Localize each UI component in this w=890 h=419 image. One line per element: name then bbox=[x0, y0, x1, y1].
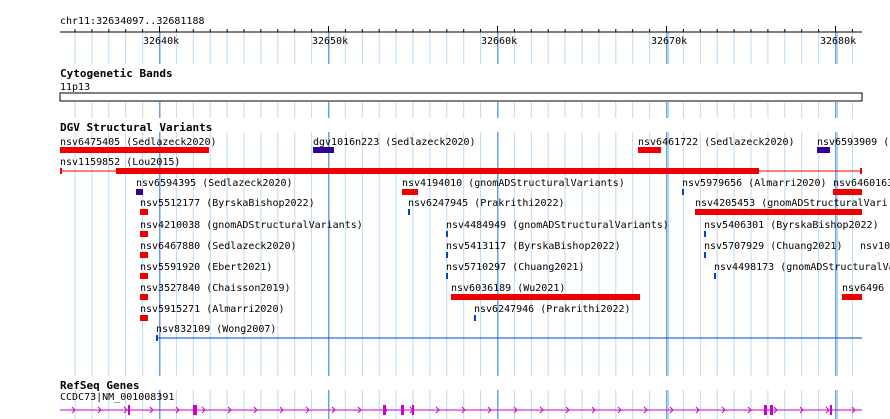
feature-label[interactable]: dgv1016n223 (Sedlazeck2020) bbox=[313, 137, 476, 148]
feature-label[interactable]: nsv6247945 (Prakrithi2022) bbox=[408, 198, 565, 209]
feature-bar[interactable] bbox=[704, 231, 706, 237]
feature-label[interactable]: nsv6036189 (Wu2021) bbox=[451, 283, 565, 294]
feature-label[interactable]: nsv1159852 (Lou2015) bbox=[60, 157, 180, 168]
gene-exon bbox=[830, 405, 832, 415]
tick-label-32650k: 32650k bbox=[312, 36, 348, 47]
feature-bar[interactable] bbox=[817, 147, 830, 153]
feature-label[interactable]: nsv6460163 bbox=[833, 178, 890, 189]
tick-label-32660k: 32660k bbox=[481, 36, 517, 47]
feature-bar[interactable] bbox=[474, 315, 476, 321]
cytoband-track[interactable]: Cytogenetic Bands 11p13 bbox=[0, 64, 890, 102]
feature-label[interactable]: nsv832109 (Wong2007) bbox=[156, 324, 276, 335]
feature-end bbox=[60, 168, 62, 174]
feature-bar[interactable] bbox=[140, 252, 148, 258]
feature-label[interactable]: nsv4210038 (gnomADStructuralVariants) bbox=[140, 220, 363, 231]
feature-bar[interactable] bbox=[833, 189, 862, 195]
tick-label-32680k: 32680k bbox=[820, 36, 856, 47]
genome-browser-view: chr11:32634097..32681188 32640k 32650k 3… bbox=[0, 16, 890, 419]
feature-label[interactable]: nsv10 bbox=[860, 241, 890, 252]
gene-exon bbox=[383, 405, 386, 415]
feature-bar[interactable] bbox=[140, 231, 148, 237]
feature-label[interactable]: nsv6594395 (Sedlazeck2020) bbox=[136, 178, 293, 189]
feature-label[interactable]: nsv6496 bbox=[842, 283, 884, 294]
feature-label[interactable]: nsv4498173 (gnomADStructuralVa bbox=[714, 262, 890, 273]
tick-label-32670k: 32670k bbox=[651, 36, 687, 47]
feature-label[interactable]: nsv6247946 (Prakrithi2022) bbox=[474, 304, 631, 315]
feature-bar[interactable] bbox=[408, 209, 410, 215]
feature-bar[interactable] bbox=[695, 209, 862, 215]
feature-bar[interactable] bbox=[714, 273, 716, 279]
refseq-track[interactable]: RefSeq Genes CCDC73|NM_001008391 bbox=[0, 376, 890, 415]
gene-label[interactable]: CCDC73|NM_001008391 bbox=[60, 392, 174, 403]
feature-label[interactable]: nsv6467880 (Sedlazeck2020) bbox=[140, 241, 297, 252]
feature-label[interactable]: nsv4194010 (gnomADStructuralVariants) bbox=[402, 178, 625, 189]
feature-bar[interactable] bbox=[446, 252, 448, 258]
feature-end bbox=[860, 168, 862, 174]
feature-bar[interactable] bbox=[116, 168, 759, 174]
feature-bar[interactable] bbox=[60, 147, 209, 153]
feature-label[interactable]: nsv4205453 (gnomADStructuralVari bbox=[695, 198, 888, 209]
feature-bar[interactable] bbox=[638, 147, 661, 153]
cytoband-track-title: Cytogenetic Bands bbox=[60, 67, 173, 80]
feature-label[interactable]: nsv6461722 (Sedlazeck2020) bbox=[638, 137, 795, 148]
feature-label[interactable]: nsv5979656 (Almarri2020) bbox=[682, 178, 827, 189]
dgv-track-title: DGV Structural Variants bbox=[60, 121, 212, 134]
feature-bar[interactable] bbox=[140, 315, 148, 321]
feature-label[interactable]: nsv5915271 (Almarri2020) bbox=[140, 304, 285, 315]
gene-exon bbox=[193, 405, 197, 415]
gene-exon bbox=[770, 405, 773, 415]
feature-bar[interactable] bbox=[140, 209, 148, 215]
feature-label[interactable]: nsv5591920 (Ebert2021) bbox=[140, 262, 272, 273]
cytoband-label: 11p13 bbox=[60, 82, 90, 93]
ruler-track: chr11:32634097..32681188 32640k 32650k 3… bbox=[60, 16, 862, 47]
location-label: chr11:32634097..32681188 bbox=[60, 16, 205, 27]
feature-bar[interactable] bbox=[842, 294, 862, 300]
gene-model-ccdc73[interactable] bbox=[60, 405, 862, 415]
feature-label[interactable]: nsv4484949 (gnomADStructuralVariants) bbox=[446, 220, 669, 231]
feature-label[interactable]: nsv5707929 (Chuang2021) bbox=[704, 241, 842, 252]
feature-label[interactable]: nsv5406301 (ByrskaBishop2022) bbox=[704, 220, 879, 231]
refseq-track-title: RefSeq Genes bbox=[60, 379, 139, 392]
feature-bar[interactable] bbox=[140, 294, 148, 300]
feature-bar[interactable] bbox=[446, 231, 448, 237]
gene-exon bbox=[764, 405, 767, 415]
cytoband-11p13[interactable] bbox=[59, 92, 863, 102]
feature-bar[interactable] bbox=[402, 189, 418, 195]
gene-exon bbox=[401, 405, 404, 415]
feature-label[interactable]: nsv6475405 (Sedlazeck2020) bbox=[60, 137, 217, 148]
feature-bar[interactable] bbox=[451, 294, 640, 300]
feature-bar[interactable] bbox=[704, 252, 706, 258]
gene-exon bbox=[128, 405, 130, 415]
feature-label[interactable]: nsv5710297 (Chuang2021) bbox=[446, 262, 584, 273]
feature-bar[interactable] bbox=[446, 273, 448, 279]
feature-label[interactable]: nsv5413117 (ByrskaBishop2022) bbox=[446, 241, 621, 252]
feature-bar[interactable] bbox=[140, 273, 148, 279]
feature-end bbox=[156, 335, 158, 341]
tick-label-32640k: 32640k bbox=[143, 36, 179, 47]
feature-bar[interactable] bbox=[313, 147, 334, 153]
feature-label[interactable]: nsv5512177 (ByrskaBishop2022) bbox=[140, 198, 315, 209]
feature-label[interactable]: nsv6593909 (Se bbox=[817, 137, 890, 148]
feature-label[interactable]: nsv3527840 (Chaisson2019) bbox=[140, 283, 291, 294]
feature-bar[interactable] bbox=[682, 189, 684, 195]
dgv-track[interactable]: DGV Structural Variants nsv6475405 (Sedl… bbox=[0, 118, 890, 341]
feature-bar[interactable] bbox=[136, 189, 143, 195]
